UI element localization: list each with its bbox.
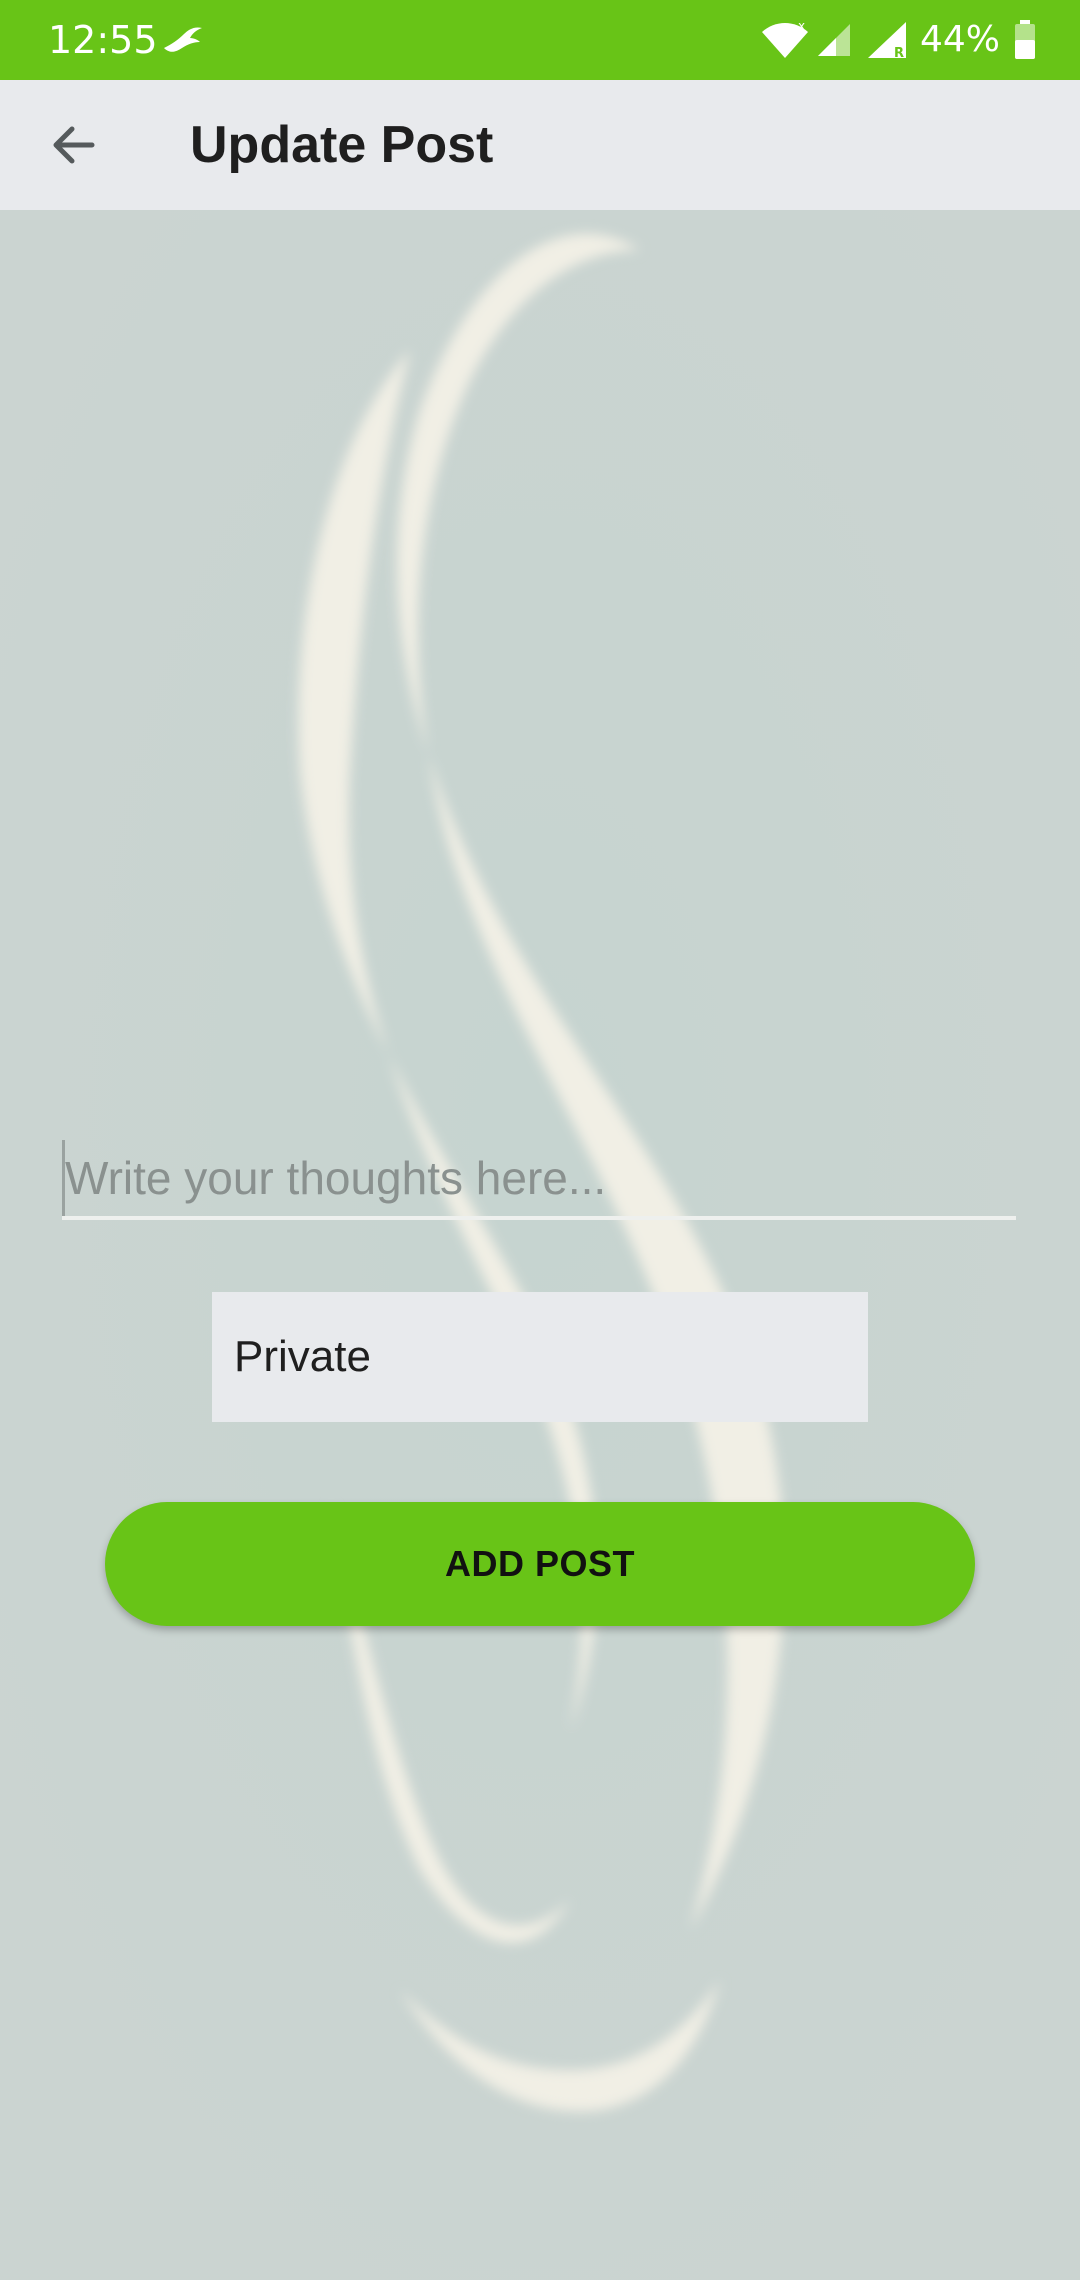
app-bar: Update Post [0, 80, 1080, 210]
wifi-icon: x [761, 20, 808, 58]
battery-icon [1015, 20, 1035, 59]
status-icons: x R 44% [760, 14, 1036, 66]
status-time: 12:55 [48, 18, 158, 62]
post-text-input[interactable] [62, 1140, 1016, 1216]
signal-roaming-icon: R [867, 22, 906, 60]
post-input-container [62, 1140, 1016, 1220]
page-title: Update Post [190, 116, 494, 174]
svg-text:R: R [894, 46, 904, 60]
add-post-button[interactable]: ADD POST [105, 1502, 975, 1626]
arrow-left-icon[interactable] [42, 113, 106, 177]
privacy-selected-value: Private [234, 1332, 371, 1381]
privacy-dropdown[interactable]: Private [212, 1292, 868, 1422]
svg-text:x: x [798, 20, 805, 33]
signal-icon [817, 24, 850, 56]
bird-icon [164, 27, 202, 52]
add-post-button-label: ADD POST [444, 1543, 635, 1584]
battery-percentage: 44% [919, 19, 1000, 60]
background-logo [0, 210, 1080, 2280]
status-bar: 12:55 x R 44% [0, 0, 1080, 80]
